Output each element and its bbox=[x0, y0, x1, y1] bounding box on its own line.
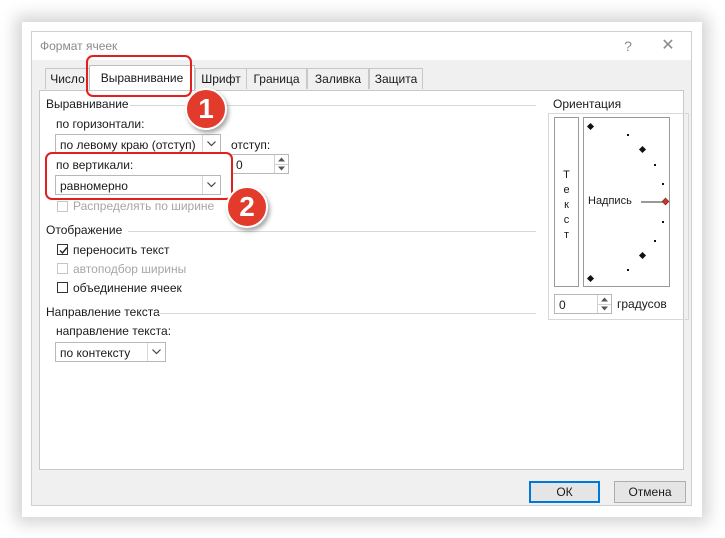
vertical-text-letter: с bbox=[563, 214, 570, 226]
wrap-text-checkbox[interactable] bbox=[57, 244, 68, 255]
horizontal-label: по горизонтали: bbox=[56, 117, 145, 131]
vertical-text-letter: т bbox=[563, 229, 570, 241]
ok-button[interactable]: ОК bbox=[529, 481, 600, 503]
spin-down-icon[interactable] bbox=[597, 304, 611, 313]
wrap-text-label: переносить текст bbox=[73, 243, 170, 257]
tab-fill[interactable]: Заливка bbox=[307, 68, 369, 89]
vertical-text-letter: к bbox=[564, 199, 569, 211]
tab-border[interactable]: Граница bbox=[246, 68, 307, 89]
format-cells-dialog: Формат ячеек ? ✕ Число Выравнивание Шриф… bbox=[31, 31, 692, 506]
direction-group-line bbox=[157, 313, 536, 314]
vertical-highlight-box bbox=[45, 152, 233, 200]
chevron-down-icon bbox=[147, 343, 165, 361]
horizontal-select[interactable]: по левому краю (отступ) bbox=[55, 134, 221, 154]
orientation-group-label: Ориентация bbox=[551, 97, 624, 111]
step-badge-1: 1 bbox=[185, 88, 227, 130]
distribute-checkbox[interactable] bbox=[57, 201, 68, 212]
merge-cells-checkbox[interactable] bbox=[57, 282, 68, 293]
tab-number[interactable]: Число bbox=[45, 68, 90, 89]
display-group-line bbox=[128, 231, 536, 232]
tab-highlight-box bbox=[86, 55, 192, 97]
help-button[interactable]: ? bbox=[618, 36, 638, 56]
alignment-group-label: Выравнивание bbox=[46, 97, 129, 111]
horizontal-select-value: по левому краю (отступ) bbox=[60, 138, 196, 152]
merge-cells-label: объединение ячеек bbox=[73, 281, 182, 295]
degrees-spinner[interactable]: 0 bbox=[554, 294, 612, 314]
dial-caption: Надпись bbox=[588, 195, 632, 207]
close-button[interactable]: ✕ bbox=[658, 36, 678, 56]
direction-group-label: Направление текста bbox=[46, 305, 160, 319]
dialog-title: Формат ячеек bbox=[40, 39, 118, 53]
shrink-to-fit-checkbox[interactable] bbox=[57, 263, 68, 274]
text-direction-value: по контексту bbox=[60, 346, 131, 360]
checkmark-icon bbox=[59, 247, 68, 255]
spin-down-icon[interactable] bbox=[274, 164, 288, 173]
indent-value: 0 bbox=[236, 158, 243, 172]
distribute-label: Распределять по ширине bbox=[73, 199, 215, 213]
tab-protection[interactable]: Защита bbox=[369, 68, 423, 89]
vertical-text-letter: Т bbox=[563, 169, 570, 181]
tab-font[interactable]: Шрифт bbox=[195, 68, 247, 89]
indent-label: отступ: bbox=[231, 138, 271, 152]
shrink-to-fit-label: автоподбор ширины bbox=[73, 262, 187, 276]
step-badge-2: 2 bbox=[226, 186, 268, 228]
text-direction-label: направление текста: bbox=[56, 324, 172, 338]
vertical-text-toggle[interactable]: Т е к с т bbox=[554, 117, 579, 287]
display-group-label: Отображение bbox=[46, 223, 123, 237]
degrees-value: 0 bbox=[559, 298, 566, 312]
vertical-text-letter: е bbox=[563, 184, 570, 196]
orientation-dial[interactable]: Надпись bbox=[583, 117, 670, 287]
text-direction-select[interactable]: по контексту bbox=[55, 342, 166, 362]
chevron-down-icon bbox=[202, 135, 220, 153]
indent-spinner[interactable]: 0 bbox=[231, 154, 289, 174]
degrees-label: градусов bbox=[617, 297, 667, 311]
cancel-button[interactable]: Отмена bbox=[614, 481, 686, 503]
